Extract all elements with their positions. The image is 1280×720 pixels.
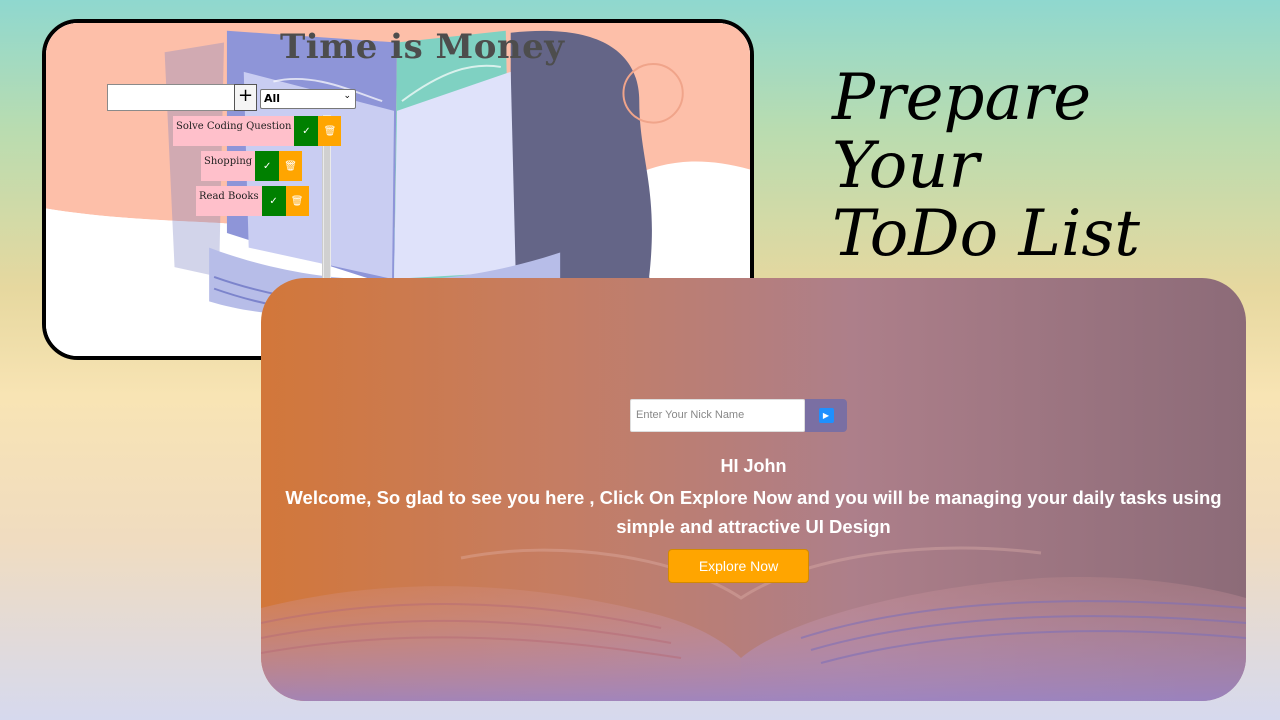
landing-page-preview: Enter Your Nick Name ▶ HI John Welcome, … <box>261 278 1246 701</box>
scrollbar-thumb[interactable] <box>324 123 330 283</box>
check-icon[interactable]: ✓ <box>255 151 280 181</box>
headline: Prepare Your ToDo List <box>832 64 1252 268</box>
trash-icon[interactable]: 🗑 <box>279 151 303 181</box>
task-filter-value: All <box>264 92 281 105</box>
greeting-text: HI John <box>720 456 787 476</box>
chevron-down-icon: ⌄ <box>343 91 351 101</box>
task-item: Solve Coding Question ✓ 🗑 <box>173 116 342 146</box>
check-icon[interactable]: ✓ <box>261 186 286 216</box>
task-item: Shopping ✓ 🗑 <box>201 151 303 181</box>
task-label: Read Books <box>196 186 262 216</box>
task-item: Read Books ✓ 🗑 <box>196 186 309 216</box>
headline-line-2: ToDo List <box>832 197 1140 271</box>
task-label: Shopping <box>201 151 256 181</box>
task-filter-select[interactable]: All ⌄ <box>260 89 356 109</box>
nickname-input[interactable]: Enter Your Nick Name <box>630 399 805 432</box>
play-icon: ▶ <box>818 408 834 423</box>
explore-now-button[interactable]: Explore Now <box>668 549 809 583</box>
check-icon[interactable]: ✓ <box>294 116 319 146</box>
submit-nickname-button[interactable]: ▶ <box>805 399 847 432</box>
trash-icon[interactable]: 🗑 <box>285 186 309 216</box>
trash-icon[interactable]: 🗑 <box>318 116 342 146</box>
headline-line-1: Prepare Your <box>832 61 1092 203</box>
add-task-button[interactable]: + <box>234 84 257 111</box>
todo-app-title: Time is Money <box>280 27 565 67</box>
task-label: Solve Coding Question <box>173 116 295 146</box>
welcome-message: Welcome, So glad to see you here , Click… <box>285 487 1222 537</box>
new-task-input[interactable] <box>107 84 235 111</box>
